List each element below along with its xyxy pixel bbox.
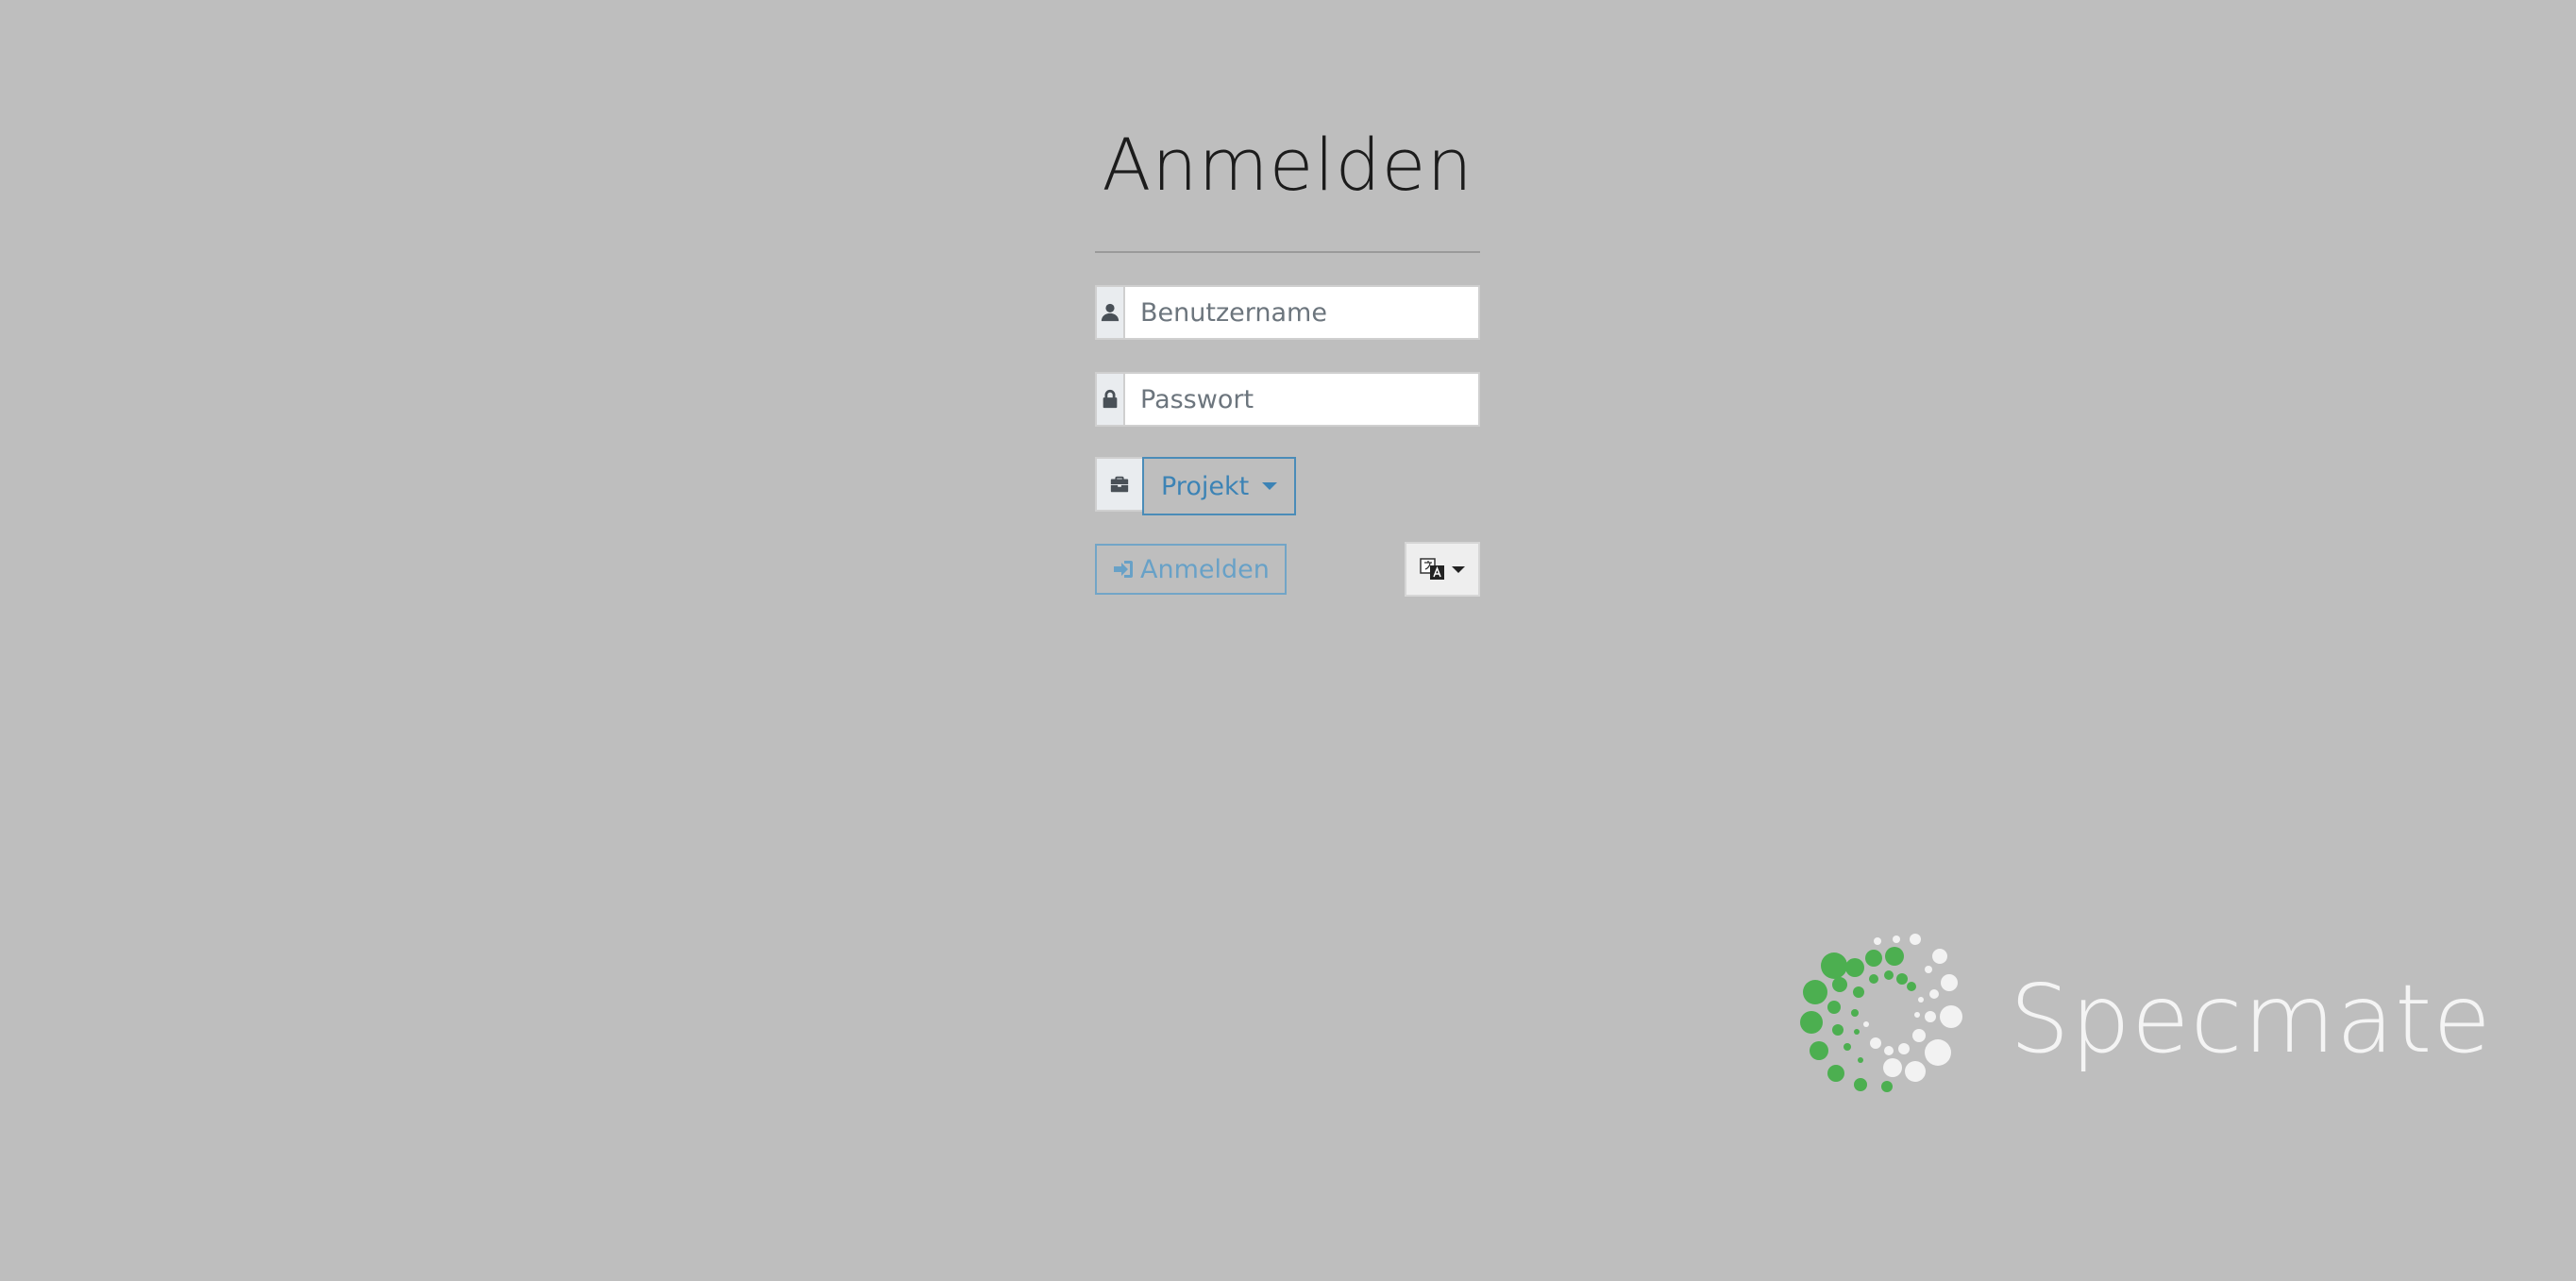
login-page: Anmelden Projekt A (0, 0, 2576, 1281)
login-panel: Anmelden Projekt A (1095, 113, 1480, 597)
lock-icon (1095, 372, 1123, 427)
login-button[interactable]: Anmelden (1095, 544, 1287, 595)
page-title: Anmelden (1102, 123, 1473, 207)
password-group (1095, 372, 1480, 427)
chevron-down-icon (1262, 482, 1278, 490)
login-button-label: Anmelden (1140, 554, 1270, 584)
brand-name: Specmate (2010, 964, 2492, 1074)
username-group (1095, 285, 1480, 340)
title-divider (1095, 251, 1480, 253)
chevron-down-icon (1452, 565, 1465, 573)
specmate-logo-icon (1800, 934, 1962, 1092)
username-input[interactable] (1123, 285, 1480, 340)
password-input[interactable] (1123, 372, 1480, 427)
translate-icon (1420, 558, 1444, 580)
user-icon (1095, 285, 1123, 340)
project-label: Projekt (1161, 471, 1250, 501)
project-dropdown[interactable]: Projekt (1142, 457, 1297, 515)
sign-in-icon (1114, 561, 1133, 578)
brand: Specmate (1798, 930, 2492, 1109)
action-row: Anmelden (1095, 542, 1480, 597)
briefcase-icon (1095, 457, 1142, 512)
project-group: Projekt (1095, 457, 1480, 515)
language-dropdown[interactable] (1405, 542, 1480, 597)
